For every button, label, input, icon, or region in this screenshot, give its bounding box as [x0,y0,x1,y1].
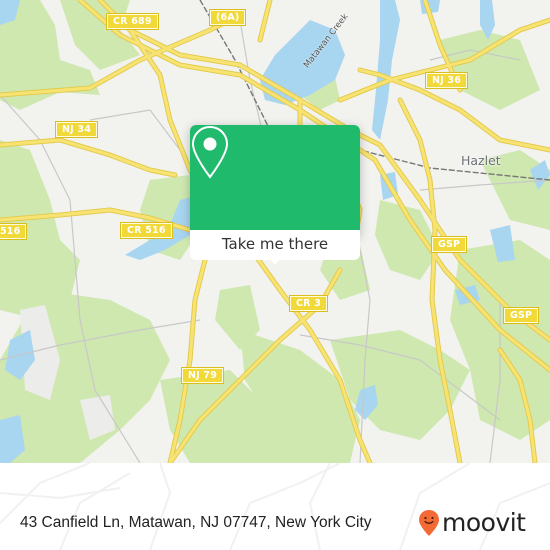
popup-pointer [266,255,284,265]
road-shield-cr3: CR 3 [288,295,329,312]
address-text: 43 Canfield Ln, Matawan, NJ 07747, New Y… [20,514,372,531]
road-shield-nj79: NJ 79 [180,367,225,384]
road-shield-cr689: CR 689 [106,13,159,30]
road-shield-gsp-south: GSP [502,307,540,324]
road-shield-cr516-west: 516 [0,223,28,240]
road-shield-gsp-north: GSP [430,236,468,253]
moovit-pin-icon [419,510,439,536]
map-view[interactable]: CR 689 (6A) NJ 36 NJ 34 516 CR 516 GSP G… [0,0,550,463]
moovit-wordmark: moovit [442,508,526,537]
moovit-logo[interactable]: moovit [418,508,526,538]
map-pin-icon [191,125,229,179]
place-label-hazlet: Hazlet [461,153,501,168]
location-popup: Take me there [190,125,360,265]
road-shield-cr516: CR 516 [120,222,173,239]
popup-header [190,125,360,230]
road-shield-nj36: NJ 36 [424,72,469,89]
road-shield-6a: (6A) [208,9,247,26]
road-shield-nj34: NJ 34 [54,121,99,138]
